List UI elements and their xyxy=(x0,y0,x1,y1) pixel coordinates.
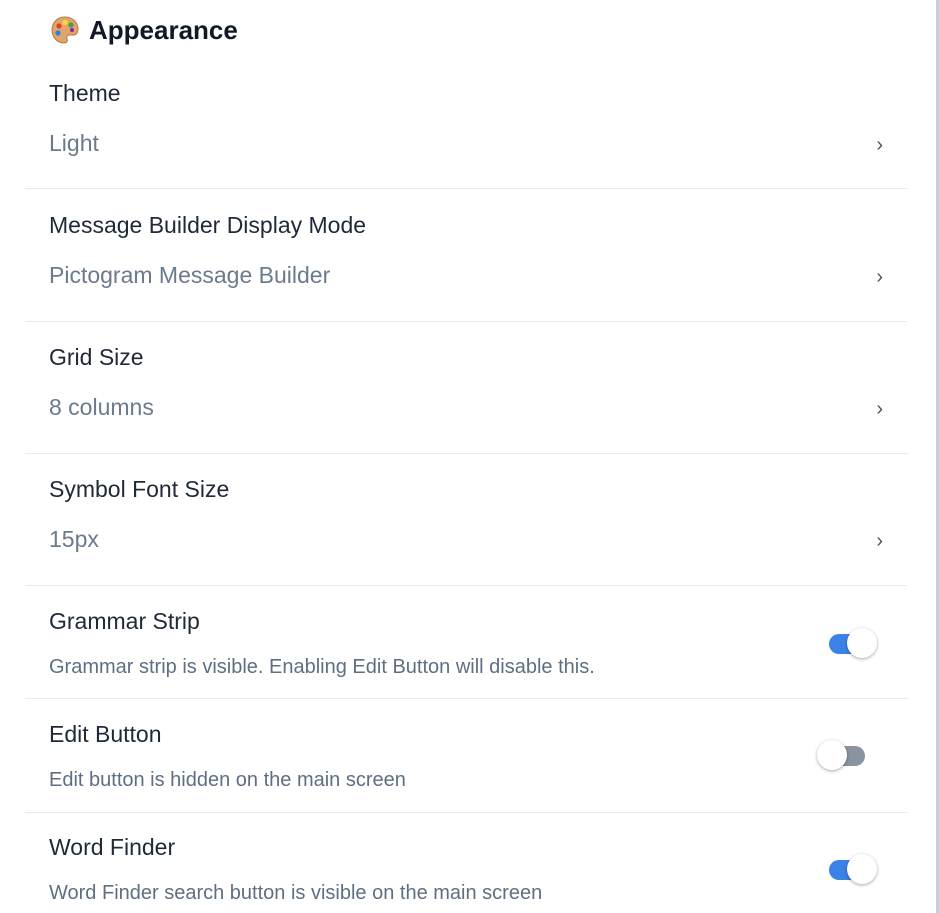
setting-word-finder: Word Finder Word Finder search button is… xyxy=(25,818,908,913)
word-finder-toggle[interactable] xyxy=(825,852,877,886)
toggle-knob xyxy=(847,628,877,658)
setting-label: Grammar Strip xyxy=(49,608,200,634)
setting-description: Word Finder search button is visible on … xyxy=(49,882,543,904)
setting-edit-button: Edit Button Edit button is hidden on the… xyxy=(25,705,908,811)
setting-value: 15px xyxy=(49,526,99,552)
setting-label: Grid Size xyxy=(49,344,144,370)
setting-label: Edit Button xyxy=(49,721,162,747)
section-title: Appearance xyxy=(89,14,238,45)
divider xyxy=(25,812,908,813)
toggle-knob xyxy=(847,854,877,884)
grammar-strip-toggle[interactable] xyxy=(825,626,877,660)
setting-description: Edit button is hidden on the main screen xyxy=(49,769,406,791)
edit-button-toggle[interactable] xyxy=(817,738,869,772)
setting-symbol-font-size[interactable]: Symbol Font Size 15px › xyxy=(25,460,908,584)
chevron-right-icon: › xyxy=(876,266,883,288)
setting-label: Symbol Font Size xyxy=(49,476,230,502)
setting-value: Pictogram Message Builder xyxy=(49,262,331,288)
setting-label: Word Finder xyxy=(49,834,176,860)
divider xyxy=(25,453,908,454)
chevron-right-icon: › xyxy=(876,530,883,552)
toggle-knob xyxy=(817,740,847,770)
divider xyxy=(25,698,908,699)
setting-grammar-strip: Grammar Strip Grammar strip is visible. … xyxy=(25,592,908,698)
chevron-right-icon: › xyxy=(876,398,883,420)
setting-label: Message Builder Display Mode xyxy=(49,212,367,238)
setting-description: Grammar strip is visible. Enabling Edit … xyxy=(49,656,595,678)
setting-message-builder-display-mode[interactable]: Message Builder Display Mode Pictogram M… xyxy=(25,196,908,320)
setting-grid-size[interactable]: Grid Size 8 columns › xyxy=(25,328,908,452)
setting-theme[interactable]: Theme Light › xyxy=(25,64,908,188)
divider xyxy=(25,321,908,322)
settings-page: Appearance Theme Light › Message Builder… xyxy=(0,0,939,913)
section-header: Appearance xyxy=(49,14,238,46)
palette-icon xyxy=(49,14,81,46)
setting-value: Light xyxy=(49,130,99,156)
setting-label: Theme xyxy=(49,80,121,106)
divider xyxy=(25,585,908,586)
chevron-right-icon: › xyxy=(876,134,883,156)
setting-value: 8 columns xyxy=(49,394,154,420)
divider xyxy=(25,188,908,189)
